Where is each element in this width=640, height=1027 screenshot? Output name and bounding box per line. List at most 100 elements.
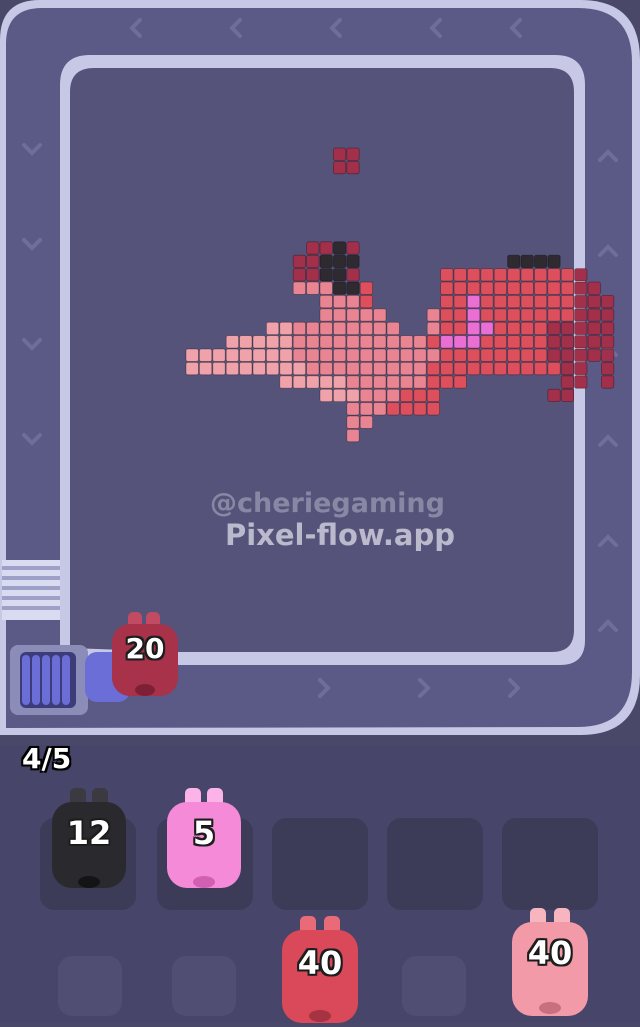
queue-placeholder	[402, 956, 466, 1016]
pixel-block	[292, 321, 307, 336]
pixel-block	[547, 294, 561, 309]
pixel-block	[601, 375, 615, 389]
pixel-block	[480, 335, 494, 349]
pixel-block	[346, 281, 360, 295]
pixel-block	[252, 348, 266, 362]
conveyor-pig[interactable]: 20	[110, 612, 180, 700]
pixel-block	[265, 348, 280, 362]
slot-pig-magenta[interactable]: 5	[165, 788, 243, 892]
pixel-block	[440, 348, 454, 362]
watermark-handle: @cheriegaming	[210, 488, 445, 519]
pixel-block	[426, 402, 441, 416]
pixel-block	[560, 388, 575, 403]
pixel-block	[332, 268, 347, 282]
pixel-block	[386, 388, 400, 403]
pixel-block	[359, 348, 374, 362]
pixel-block	[574, 335, 588, 349]
pixel-block	[319, 375, 333, 389]
pixel-block	[386, 348, 400, 362]
pixel-block	[534, 361, 548, 376]
pixel-block	[346, 335, 360, 349]
pixel-block	[507, 308, 521, 322]
pixel-block	[212, 348, 226, 362]
slot-box[interactable]	[387, 818, 483, 910]
pixel-block	[359, 375, 374, 389]
pixel-block	[292, 348, 307, 362]
slot-box[interactable]	[272, 818, 368, 910]
pixel-block	[306, 281, 320, 295]
pixel-block	[507, 268, 521, 282]
pixel-block	[466, 268, 481, 282]
pixel-block	[480, 321, 494, 336]
pixel-block	[547, 388, 561, 403]
pixel-block	[225, 348, 239, 362]
pixel-block	[574, 361, 588, 376]
pixel-block	[319, 281, 333, 295]
pixel-block	[426, 375, 441, 389]
pixel-block	[493, 294, 508, 309]
pixel-block	[453, 281, 467, 295]
pixel-block	[507, 321, 521, 336]
pixel-block	[520, 254, 534, 268]
pixel-block	[574, 321, 588, 336]
pixel-block	[279, 375, 293, 389]
pixel-block	[306, 241, 320, 255]
pixel-block	[319, 241, 333, 255]
pixel-block	[601, 335, 615, 349]
waiting-pig-pink-count: 40	[527, 934, 573, 972]
pixel-block	[466, 294, 481, 309]
pixel-block	[493, 268, 508, 282]
pixel-block	[466, 361, 481, 376]
pixel-block	[574, 348, 588, 362]
pixel-block	[480, 308, 494, 322]
pixel-block	[346, 147, 360, 161]
pixel-block	[547, 254, 561, 268]
pixel-block	[292, 335, 307, 349]
pixel-block	[493, 348, 508, 362]
pixel-block	[534, 294, 548, 309]
pixel-block	[373, 375, 387, 389]
pixel-block	[359, 335, 374, 349]
pixel-block	[440, 308, 454, 322]
pixel-block	[332, 361, 347, 376]
waiting-pig-pink[interactable]: 40	[510, 908, 590, 1018]
pixel-block	[574, 281, 588, 295]
conveyor-pig-count: 20	[125, 632, 165, 665]
pixel-block	[279, 321, 293, 336]
pixel-block	[520, 361, 534, 376]
pixel-block	[332, 348, 347, 362]
queue-placeholder	[58, 956, 122, 1016]
pixel-block	[560, 321, 575, 336]
pixel-block	[198, 361, 213, 376]
pixel-block	[306, 268, 320, 282]
pixel-block	[480, 294, 494, 309]
pixel-block	[225, 335, 239, 349]
pixel-block	[547, 281, 561, 295]
slot-box[interactable]	[502, 818, 598, 910]
pixel-block	[306, 361, 320, 376]
pixel-block	[587, 348, 601, 362]
pixel-block	[547, 361, 561, 376]
pixel-block	[386, 361, 400, 376]
pixel-block	[507, 335, 521, 349]
pixel-block	[453, 335, 467, 349]
pixel-block	[453, 308, 467, 322]
pixel-block	[386, 335, 400, 349]
slot-pig-black[interactable]: 12	[50, 788, 128, 892]
pixel-block	[265, 321, 280, 336]
pixel-block	[359, 308, 374, 322]
pixel-block	[520, 321, 534, 336]
pixel-block	[399, 335, 414, 349]
pixel-block	[346, 268, 360, 282]
pixel-block	[547, 348, 561, 362]
waiting-pig-red[interactable]: 40	[280, 916, 360, 1023]
pixel-block	[601, 348, 615, 362]
pixel-block	[359, 321, 374, 336]
pixel-block	[560, 308, 575, 322]
slot-pig-magenta-count: 5	[192, 814, 216, 852]
pixel-block	[520, 335, 534, 349]
pixel-block	[507, 281, 521, 295]
pixel-block	[225, 361, 239, 376]
pixel-block	[547, 321, 561, 336]
pixel-block	[560, 375, 575, 389]
